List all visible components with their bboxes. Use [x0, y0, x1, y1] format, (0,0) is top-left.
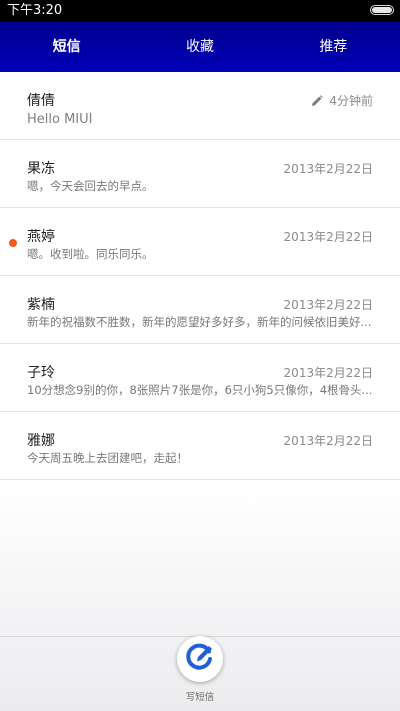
contact-name: 倩倩: [27, 93, 55, 109]
conversation-meta: 2013年2月22日: [284, 160, 373, 177]
conversation-row[interactable]: 倩倩 Hello MIUI 4分钟前: [0, 72, 400, 140]
message-time: 2013年2月22日: [283, 298, 373, 312]
conversation-meta: 2013年2月22日: [284, 228, 373, 245]
message-preview: Hello MIUI: [27, 112, 93, 127]
tab-favorites[interactable]: 收藏: [133, 22, 266, 72]
status-time: 下午3:20: [7, 3, 63, 18]
message-time: 2013年2月22日: [283, 434, 373, 448]
compose-label: 写短信: [185, 692, 215, 703]
conversation-meta: 2013年2月22日: [284, 432, 373, 449]
conversation-row[interactable]: 子玲 10分想念9别的你，8张照片7张是你，6只小狗5只像你，4根骨头... 2…: [0, 344, 400, 412]
contact-name: 果冻: [27, 161, 55, 177]
compose-button[interactable]: [177, 636, 223, 682]
contact-name: 紫楠: [27, 297, 55, 313]
message-preview: 新年的祝福数不胜数，新年的愿望好多好多，新年的问候依旧美好...: [27, 315, 372, 329]
conversation-row[interactable]: 果冻 嗯，今天会回去的早点。 2013年2月22日: [0, 140, 400, 208]
conversation-row[interactable]: 紫楠 新年的祝福数不胜数，新年的愿望好多好多，新年的问候依旧美好... 2013…: [0, 276, 400, 344]
message-time: 4分钟前: [329, 94, 373, 108]
message-time: 2013年2月22日: [283, 230, 373, 244]
contact-name: 雅娜: [27, 433, 55, 449]
message-preview: 嗯，今天会回去的早点。: [27, 179, 154, 193]
compose-icon: [185, 642, 215, 676]
bottom-action-area: 写短信: [0, 486, 400, 711]
conversation-list: 倩倩 Hello MIUI 4分钟前 果冻 嗯，今天会回去的早点。 2013年2…: [0, 72, 400, 480]
battery-icon: [370, 5, 394, 15]
contact-name: 子玲: [27, 365, 55, 381]
tab-recommended[interactable]: 推荐: [267, 22, 400, 72]
conversation-row[interactable]: 雅娜 今天周五晚上去团建吧，走起！ 2013年2月22日: [0, 412, 400, 480]
message-time: 2013年2月22日: [283, 162, 373, 176]
contact-name: 燕婷: [27, 229, 55, 245]
messaging-screen: 下午3:20 短信 收藏 推荐 倩倩 Hello MIUI 4分钟前 果冻 嗯，…: [0, 0, 400, 711]
conversation-meta: 2013年2月22日: [284, 296, 373, 313]
status-bar: 下午3:20: [0, 0, 400, 22]
conversation-meta: 2013年2月22日: [284, 364, 373, 381]
tab-messages[interactable]: 短信: [0, 22, 133, 72]
message-preview: 嗯。收到啦。同乐同乐。: [27, 247, 154, 261]
tab-bar: 短信 收藏 推荐: [0, 22, 400, 72]
unread-dot-icon: [9, 239, 17, 247]
conversation-meta: 4分钟前: [311, 92, 373, 109]
message-preview: 10分想念9别的你，8张照片7张是你，6只小狗5只像你，4根骨头...: [27, 383, 373, 397]
conversation-row[interactable]: 燕婷 嗯。收到啦。同乐同乐。 2013年2月22日: [0, 208, 400, 276]
draft-pencil-icon: [311, 94, 324, 107]
message-preview: 今天周五晚上去团建吧，走起！: [27, 451, 188, 465]
message-time: 2013年2月22日: [283, 366, 373, 380]
